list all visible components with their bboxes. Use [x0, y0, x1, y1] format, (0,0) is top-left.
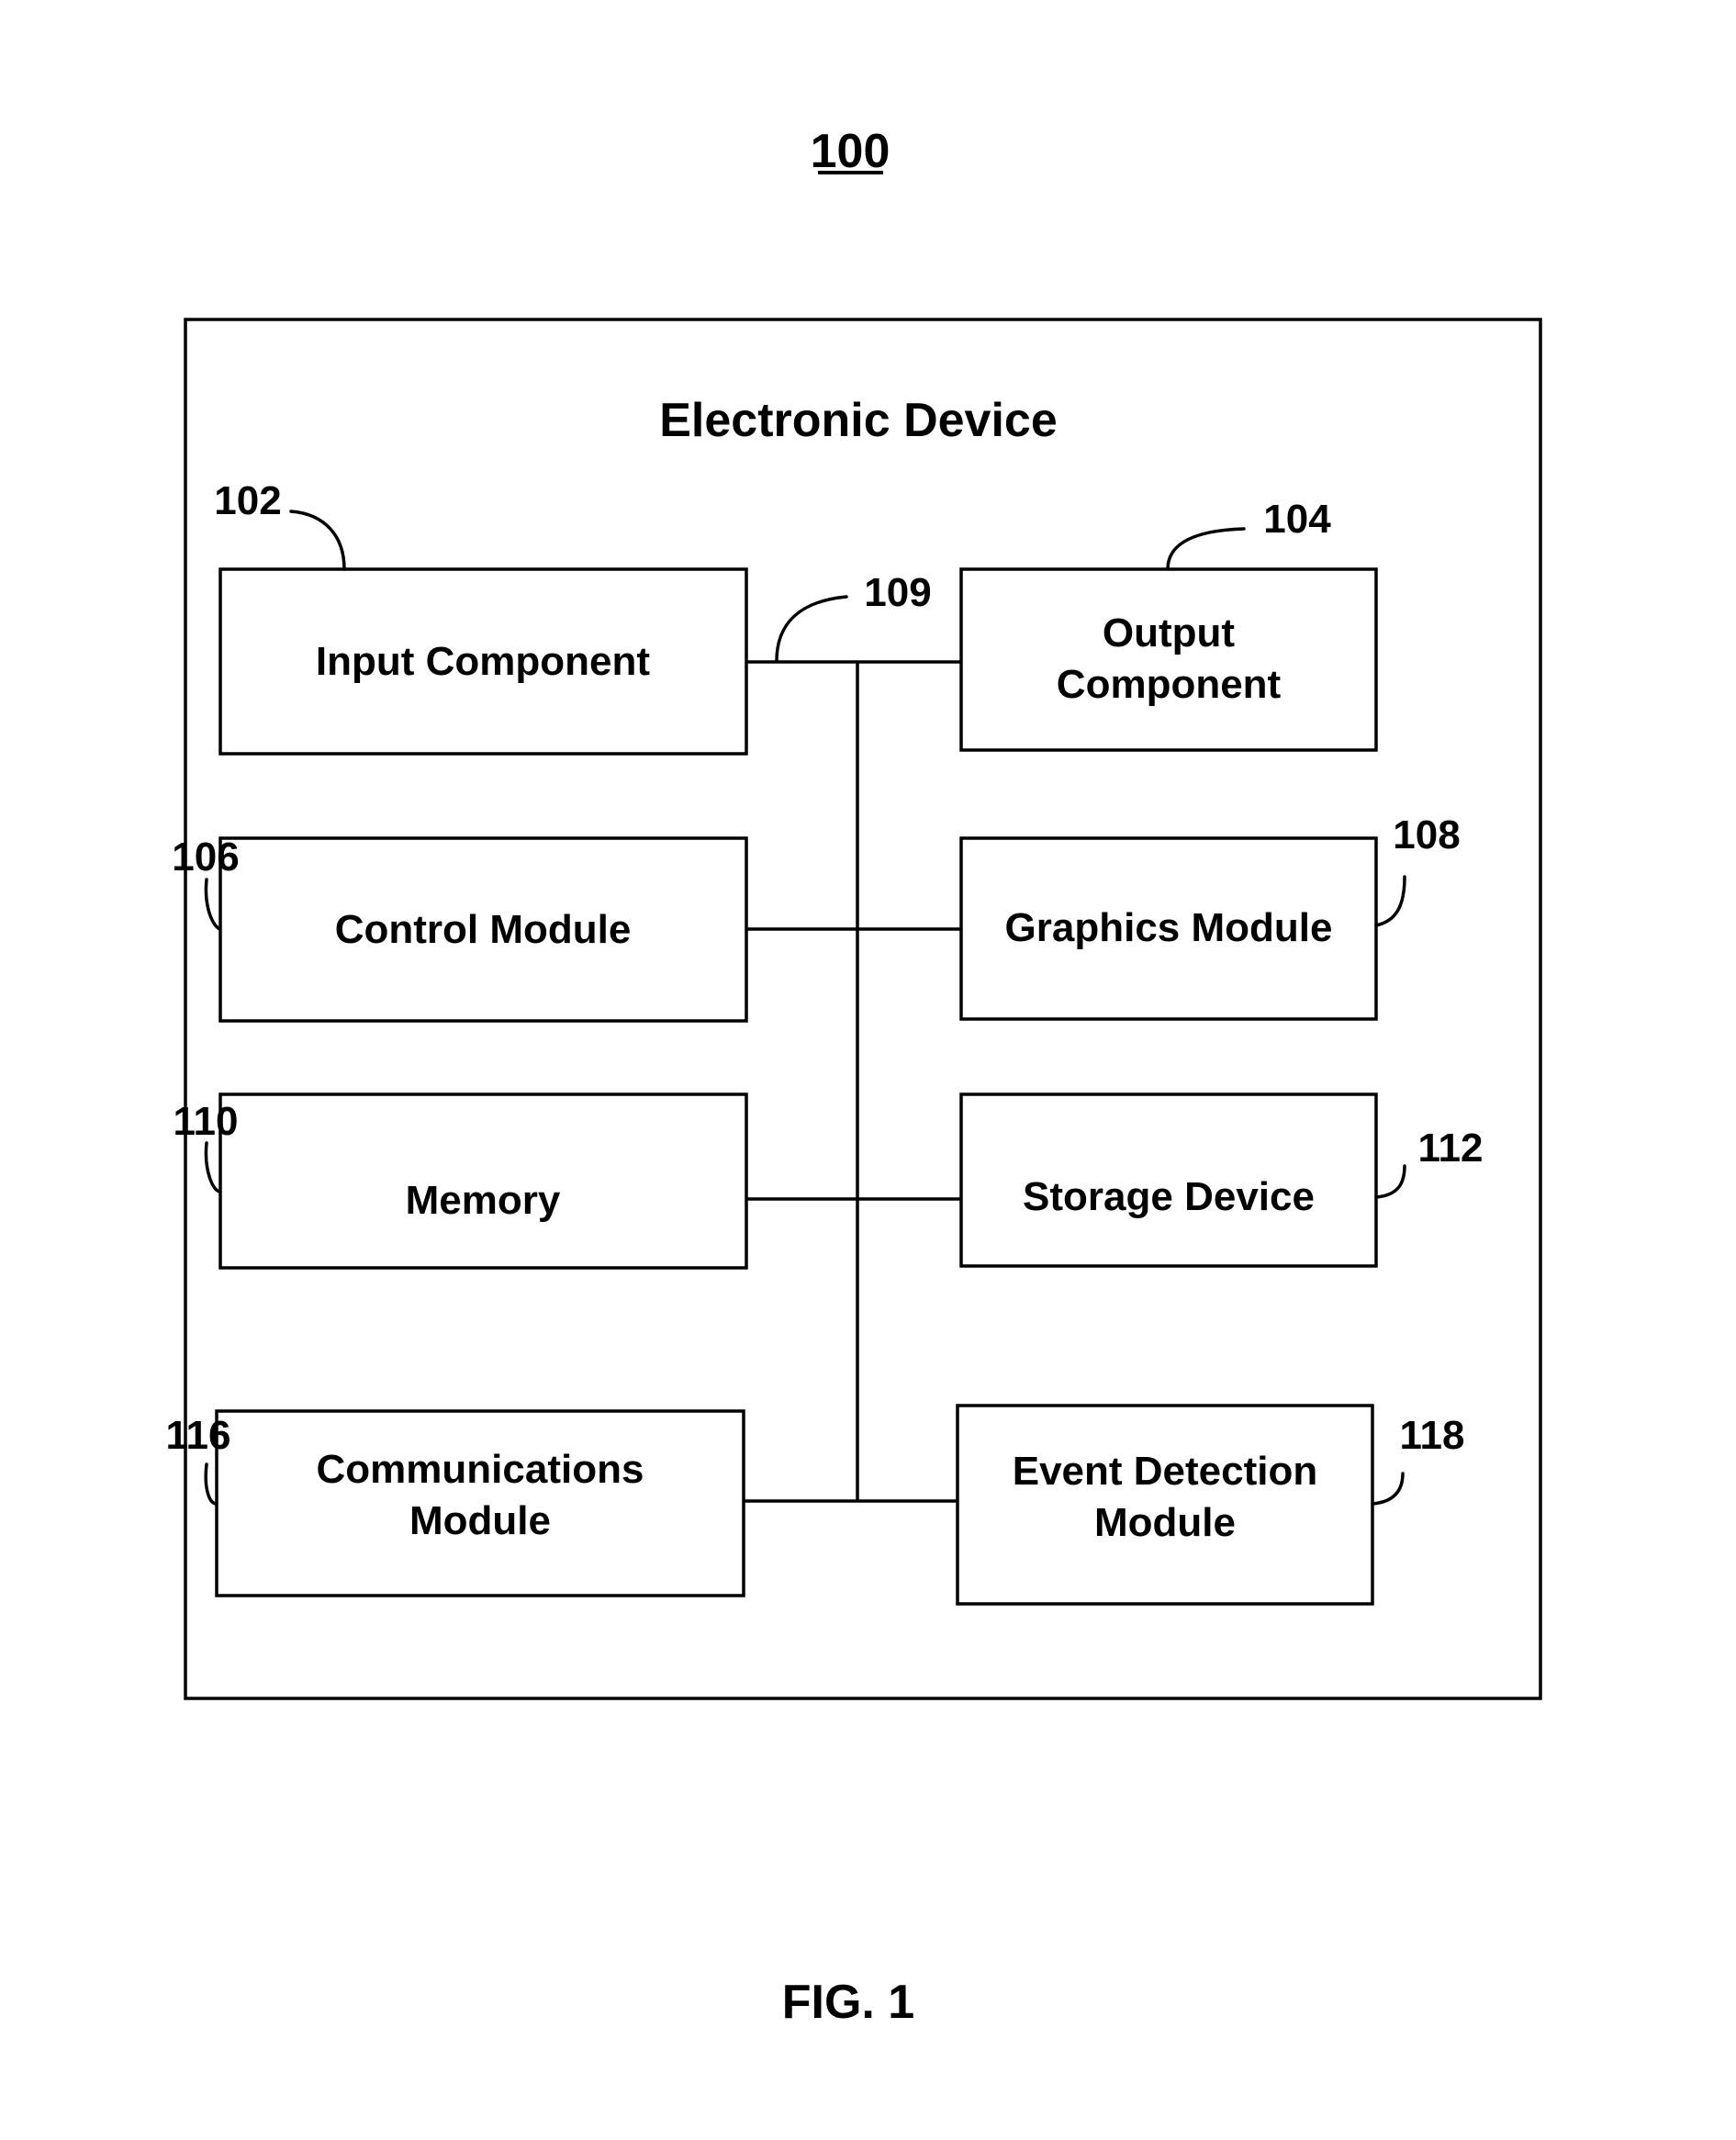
control-module-ref-leader: [204, 878, 222, 931]
memory-ref-leader: [204, 1141, 222, 1193]
event-detection-module-label-line1: Event Detection: [1013, 1449, 1318, 1494]
input-component-label: Input Component: [316, 639, 650, 684]
control-module-label: Control Module: [335, 907, 632, 952]
storage-device-ref-leader: [1374, 1164, 1406, 1199]
memory-label: Memory: [406, 1178, 561, 1223]
graphics-module-ref: 108: [1393, 812, 1460, 857]
bus-ref-leader: [775, 595, 848, 663]
storage-device-ref: 112: [1418, 1126, 1484, 1171]
graphics-module: Graphics Module 108: [959, 812, 1461, 1021]
bus-ref-number: 109: [864, 570, 931, 615]
input-component: Input Component 102: [214, 478, 748, 756]
output-component-box: [959, 567, 1378, 752]
output-component-ref: 104: [1263, 497, 1331, 542]
graphics-module-label: Graphics Module: [1005, 905, 1333, 950]
figure-caption: FIG. 1: [782, 1976, 914, 2029]
control-module-ref: 106: [172, 835, 239, 880]
event-detection-module-label-line2: Module: [1094, 1500, 1236, 1545]
storage-device: Storage Device 112: [959, 1092, 1484, 1268]
control-module: Control Module 106: [172, 835, 748, 1023]
communications-module-label-line2: Module: [409, 1498, 551, 1543]
device-title: Electronic Device: [659, 394, 1058, 447]
communications-module-ref: 116: [166, 1413, 231, 1458]
graphics-module-ref-leader: [1374, 875, 1406, 927]
event-detection-module: Event Detection Module 118: [956, 1404, 1465, 1606]
output-component-label-line1: Output: [1103, 611, 1236, 655]
output-component-label-line2: Component: [1057, 662, 1282, 707]
communications-module-label-line1: Communications: [317, 1447, 644, 1492]
communications-module: Communications Module 116: [166, 1409, 745, 1597]
memory: Memory 110: [174, 1092, 748, 1270]
figure-ref-number: 100: [811, 125, 890, 178]
output-component: Output Component 104: [959, 497, 1378, 752]
event-detection-module-ref-leader: [1371, 1472, 1405, 1506]
input-component-ref: 102: [214, 478, 281, 523]
event-detection-module-ref: 118: [1400, 1413, 1465, 1458]
input-component-ref-leader: [289, 510, 346, 571]
communications-module-ref-leader: [204, 1462, 218, 1506]
memory-ref: 110: [174, 1099, 239, 1144]
output-component-ref-leader: [1166, 527, 1246, 571]
storage-device-label: Storage Device: [1023, 1174, 1315, 1219]
patent-figure: 100 Electronic Device 109 Input Componen…: [166, 125, 1542, 2029]
system-bus: [744, 660, 961, 1503]
